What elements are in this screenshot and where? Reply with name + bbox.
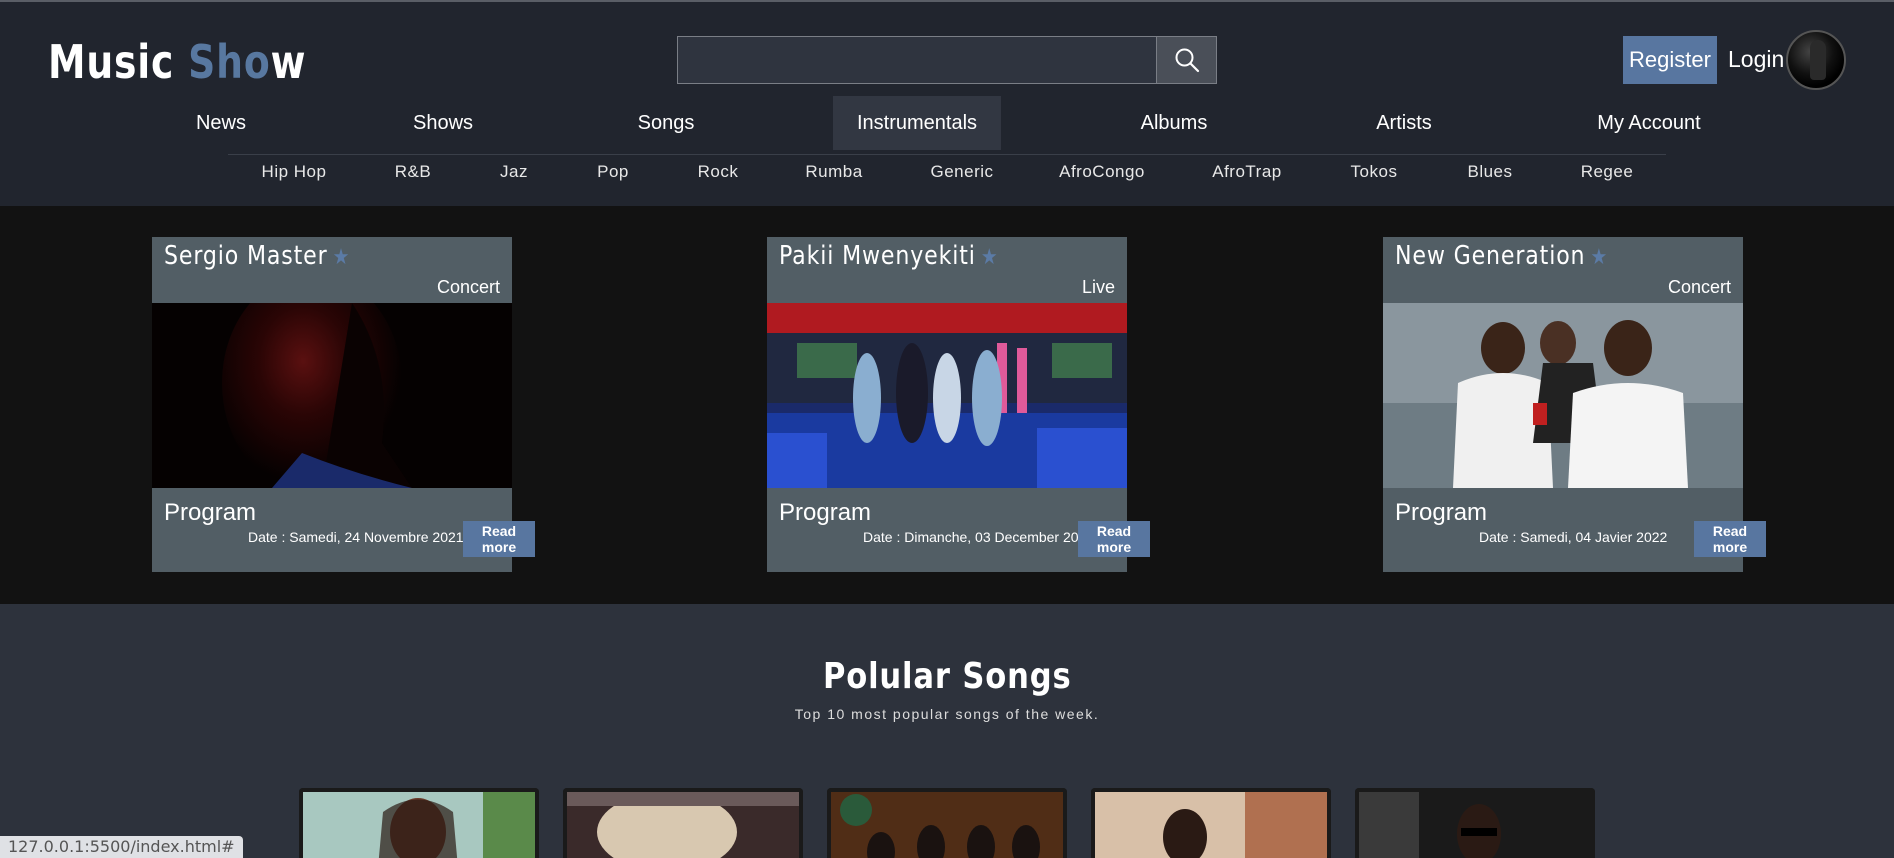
song-card[interactable]: [1091, 788, 1331, 858]
site-header: Music Show Register Login News Shows Son…: [0, 0, 1894, 206]
genre-item-rock[interactable]: Rock: [698, 158, 739, 186]
genre-nav: Hip Hop R&B Jaz Pop Rock Rumba Generic A…: [0, 158, 1894, 186]
browser-status-url: 127.0.0.1:5500/index.html#: [0, 836, 243, 858]
star-icon[interactable]: ★: [333, 245, 351, 270]
nav-item-instrumentals[interactable]: Instrumentals: [832, 96, 1002, 150]
nav-divider: [228, 154, 1666, 155]
show-card: Pakii Mwenyekiti ★ Live Program Date : D…: [767, 237, 1150, 572]
search-input[interactable]: [677, 36, 1156, 84]
show-photo: [1383, 303, 1743, 488]
song-cover: [831, 792, 1063, 858]
song-card[interactable]: [1355, 788, 1595, 858]
genre-item-tokos[interactable]: Tokos: [1351, 158, 1398, 186]
avatar-image: [1810, 40, 1826, 80]
logo-text-music: Music: [48, 35, 189, 89]
genre-item-rnb[interactable]: R&B: [395, 158, 431, 186]
genre-item-hip-hop[interactable]: Hip Hop: [262, 158, 327, 186]
nav-item-shows[interactable]: Shows: [413, 96, 473, 150]
show-type: Live: [1081, 277, 1115, 297]
nav-item-artists[interactable]: Artists: [1376, 96, 1432, 150]
song-card[interactable]: [299, 788, 539, 858]
read-more-button[interactable]: Read more: [1694, 521, 1766, 557]
show-type: Concert: [1667, 277, 1731, 297]
read-more-button[interactable]: Read more: [1078, 521, 1150, 557]
show-date: Date : Samedi, 24 Novembre 2021: [248, 529, 464, 545]
genre-item-generic[interactable]: Generic: [930, 158, 993, 186]
read-more-button[interactable]: Read more: [463, 521, 535, 557]
nav-item-news[interactable]: News: [196, 96, 246, 150]
genre-item-afrotrap[interactable]: AfroTrap: [1212, 158, 1282, 186]
login-link[interactable]: Login: [1728, 46, 1784, 73]
show-card: Sergio Master ★ Concert Program Date : Sa…: [152, 237, 535, 572]
search-button[interactable]: [1156, 36, 1217, 84]
show-artist: Pakii Mwenyekiti ★: [779, 241, 999, 271]
genre-item-rumba[interactable]: Rumba: [805, 158, 862, 186]
show-type: Concert: [436, 277, 500, 297]
genre-item-afrocongo[interactable]: AfroCongo: [1059, 158, 1145, 186]
site-logo[interactable]: Music Show: [48, 32, 306, 92]
star-icon[interactable]: ★: [1591, 245, 1609, 270]
show-date: Date : Samedi, 04 Javier 2022: [1479, 529, 1668, 545]
song-cover: [567, 792, 799, 858]
section-title: Polular Songs: [822, 656, 1072, 697]
genre-item-blues[interactable]: Blues: [1467, 158, 1512, 186]
song-cover: [1095, 792, 1327, 858]
nav-item-albums[interactable]: Albums: [1141, 96, 1208, 150]
show-artist: Sergio Master ★: [164, 241, 351, 271]
show-date: Date : Dimanche, 03 December 2021: [863, 529, 1095, 545]
show-photo: [152, 303, 512, 488]
genre-item-regee[interactable]: Regee: [1581, 158, 1634, 186]
search-bar: [677, 36, 1217, 84]
song-cover: [1359, 792, 1591, 858]
show-program: Program: [779, 499, 872, 526]
genre-item-jaz[interactable]: Jaz: [500, 158, 528, 186]
section-subtitle: Top 10 most popular songs of the week.: [794, 706, 1100, 722]
register-button[interactable]: Register: [1623, 36, 1717, 84]
song-card[interactable]: [563, 788, 803, 858]
show-artist: New Generation ★: [1395, 241, 1609, 271]
show-photo: [767, 303, 1127, 488]
main-nav: News Shows Songs Instrumentals Albums Ar…: [0, 96, 1894, 150]
star-icon[interactable]: ★: [981, 245, 999, 270]
search-icon: [1175, 48, 1199, 73]
nav-item-songs[interactable]: Songs: [638, 96, 695, 150]
nav-item-my-account[interactable]: My Account: [1597, 96, 1700, 150]
show-card: New Generation ★ Concert Program Date : S…: [1383, 237, 1766, 572]
logo-text-sho: Sho: [188, 35, 271, 89]
genre-item-pop[interactable]: Pop: [597, 158, 629, 186]
song-card[interactable]: [827, 788, 1067, 858]
avatar[interactable]: [1786, 30, 1846, 90]
song-cover: [303, 792, 535, 858]
shows-section: Sergio Master ★ Concert Program Date : Sa…: [0, 206, 1894, 604]
show-program: Program: [1395, 499, 1488, 526]
show-program: Program: [164, 499, 257, 526]
logo-text-w: w: [270, 35, 307, 89]
